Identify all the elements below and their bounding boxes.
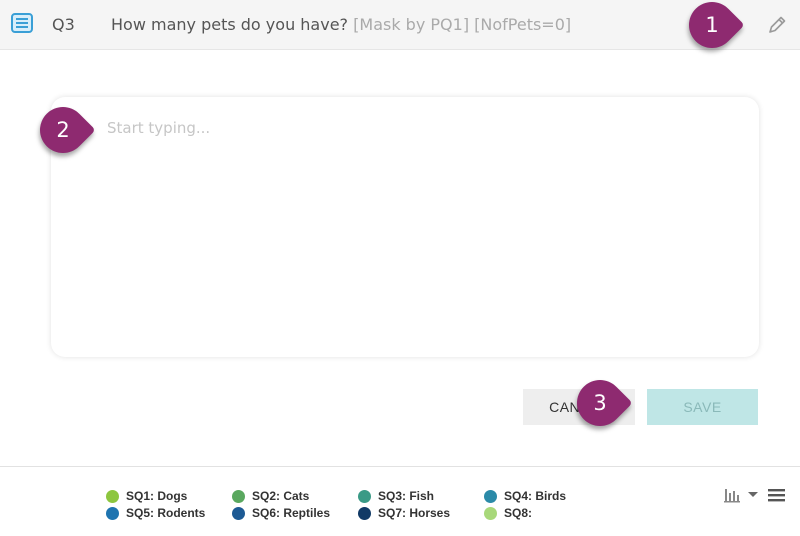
caret-down-icon[interactable] xyxy=(748,492,758,497)
callout-marker-3: 3 xyxy=(567,370,633,436)
list-icon xyxy=(11,13,33,33)
question-id: Q3 xyxy=(52,15,75,34)
chart-footer: SQ1: Dogs SQ2: Cats SQ3: Fish SQ4: Birds… xyxy=(0,466,800,536)
legend-label: SQ7: Horses xyxy=(378,506,451,520)
question-meta: [Mask by PQ1] [NofPets=0] xyxy=(353,15,572,34)
callout-marker-2: 2 xyxy=(30,97,96,163)
hamburger-menu-icon[interactable] xyxy=(768,489,785,502)
callout-number: 1 xyxy=(705,13,719,38)
pencil-icon[interactable] xyxy=(766,14,788,36)
question-header: Q3 How many pets do you have? [Mask by P… xyxy=(0,0,800,50)
legend-label: SQ4: Birds xyxy=(504,489,567,503)
save-button[interactable]: SAVE xyxy=(647,389,758,425)
chart-tools xyxy=(724,489,785,503)
legend-label: SQ5: Rodents xyxy=(126,506,206,520)
legend-label: SQ8: xyxy=(504,506,533,520)
answer-card xyxy=(51,97,759,357)
legend-color-dot xyxy=(484,506,497,520)
legend-label: SQ3: Fish xyxy=(378,489,435,503)
question-title: How many pets do you have? [Mask by PQ1]… xyxy=(111,15,571,34)
legend-item[interactable]: SQ1: Dogs xyxy=(106,489,232,503)
legend-color-dot xyxy=(106,489,119,503)
legend-item[interactable]: SQ7: Horses xyxy=(358,506,484,520)
chart-legend: SQ1: Dogs SQ2: Cats SQ3: Fish SQ4: Birds… xyxy=(106,489,606,520)
legend-item[interactable]: SQ2: Cats xyxy=(232,489,358,503)
legend-color-dot xyxy=(358,506,371,520)
legend-item[interactable]: SQ5: Rodents xyxy=(106,506,232,520)
legend-color-dot xyxy=(232,506,245,520)
callout-number: 2 xyxy=(56,118,70,142)
legend-item[interactable]: SQ6: Reptiles xyxy=(232,506,358,520)
legend-item[interactable]: SQ8: xyxy=(484,506,584,520)
legend-label: SQ6: Reptiles xyxy=(252,506,331,520)
answer-text-input[interactable] xyxy=(107,119,737,339)
question-text: How many pets do you have? xyxy=(111,15,349,34)
legend-color-dot xyxy=(106,506,119,520)
legend-item[interactable]: SQ3: Fish xyxy=(358,489,484,503)
legend-label: SQ2: Cats xyxy=(252,489,310,503)
legend-color-dot xyxy=(358,489,371,503)
legend-label: SQ1: Dogs xyxy=(126,489,188,503)
legend-item[interactable]: SQ4: Birds xyxy=(484,489,584,503)
bar-chart-icon[interactable] xyxy=(724,489,740,503)
callout-number: 3 xyxy=(593,391,607,415)
legend-color-dot xyxy=(484,489,497,503)
legend-color-dot xyxy=(232,489,245,503)
